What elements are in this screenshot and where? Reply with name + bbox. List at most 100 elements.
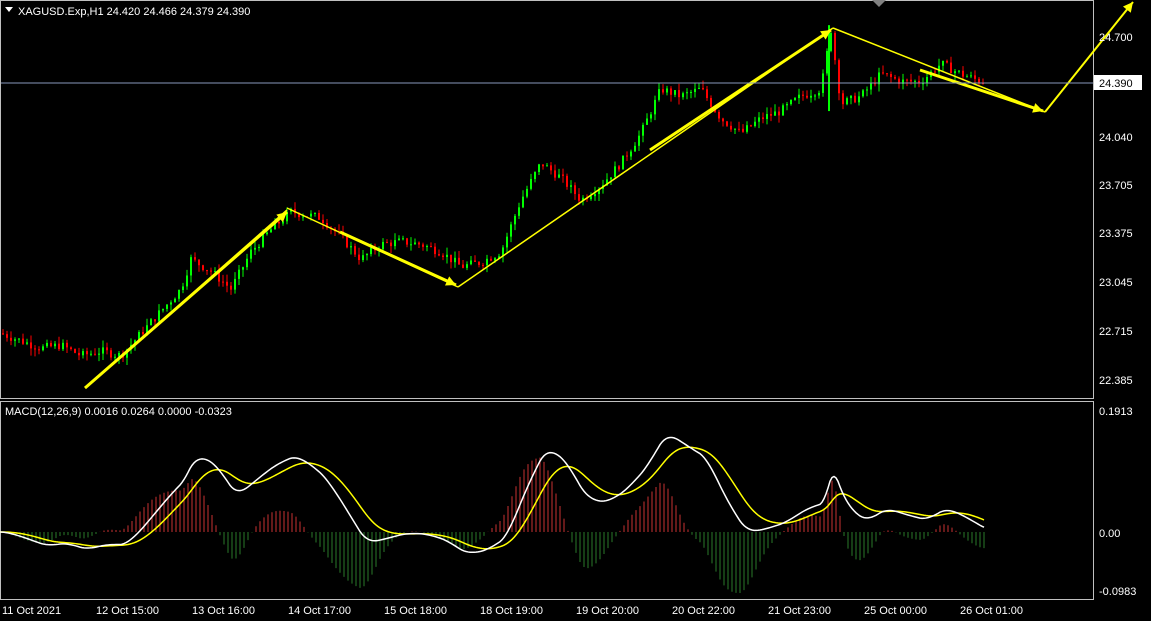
candle-body: [406, 238, 408, 245]
candle-body: [674, 90, 676, 95]
candle-body: [22, 338, 24, 344]
candle-body: [362, 255, 364, 261]
candle-body: [578, 194, 580, 201]
candle-body: [694, 88, 696, 93]
candle-body: [906, 79, 908, 81]
candle-body: [686, 92, 688, 94]
candle-body: [566, 175, 568, 187]
time-label: 20 Oct 22:00: [672, 605, 735, 617]
candle-body: [318, 213, 320, 220]
candle-body: [246, 258, 248, 268]
candle-body: [98, 353, 100, 355]
candle-body: [366, 254, 368, 256]
price-panel[interactable]: [0, 0, 1094, 399]
candle-body: [50, 342, 52, 347]
candle-body: [830, 32, 832, 51]
candle-body: [594, 194, 596, 197]
candle-body: [2, 333, 4, 335]
candle-body: [186, 275, 188, 287]
candle-body: [702, 87, 704, 90]
candle-body: [94, 353, 96, 355]
candle-body: [778, 111, 780, 116]
candle-body: [846, 98, 848, 105]
candle-body: [14, 339, 16, 341]
candle-body: [698, 87, 700, 89]
candle-body: [854, 95, 856, 103]
candle-body: [270, 229, 272, 233]
candle-body: [858, 96, 860, 103]
candle-body: [978, 78, 980, 84]
candle-body: [894, 77, 896, 79]
candle-body: [706, 89, 708, 99]
candle-body: [886, 73, 888, 75]
candle-body: [550, 165, 552, 171]
symbol-header: XAGUSD.Exp,H1 24.420 24.466 24.379 24.39…: [18, 6, 250, 18]
time-label: 12 Oct 15:00: [96, 605, 159, 617]
candle-body: [630, 151, 632, 157]
candle-body: [262, 234, 264, 247]
candle-body: [814, 95, 816, 97]
candle-body: [358, 254, 360, 261]
candle-body: [742, 128, 744, 132]
candle-body: [534, 172, 536, 179]
candle-body: [670, 88, 672, 95]
candle-body: [546, 165, 548, 167]
candle-body: [834, 32, 836, 61]
candle-body: [34, 348, 36, 350]
candle-body: [206, 270, 208, 272]
candle-body: [202, 265, 204, 271]
time-label: 25 Oct 00:00: [864, 605, 927, 617]
candle-body: [510, 224, 512, 237]
candle-body: [770, 114, 772, 116]
candle-body: [254, 247, 256, 250]
candle-body: [194, 257, 196, 260]
candle-body: [62, 342, 64, 350]
candle-body: [554, 170, 556, 178]
candle-body: [114, 356, 116, 358]
candle-body: [926, 76, 928, 84]
candle-body: [738, 128, 740, 130]
candle-body: [178, 289, 180, 299]
candle-body: [102, 347, 104, 354]
candle-body: [614, 166, 616, 178]
chart-window[interactable]: 24.700 24.040 23.705 23.375 23.045 22.71…: [0, 0, 1151, 621]
time-label: 21 Oct 23:00: [768, 605, 831, 617]
candle-body: [46, 342, 48, 347]
candle-body: [482, 264, 484, 266]
candle-body: [870, 82, 872, 90]
candle-body: [154, 319, 156, 322]
candle-body: [230, 285, 232, 290]
candle-body: [410, 244, 412, 246]
candle-body: [414, 242, 416, 245]
candle-body: [278, 221, 280, 224]
candle-body: [10, 337, 12, 341]
candle-body: [38, 349, 40, 351]
candle-body: [158, 310, 160, 322]
candle-body: [718, 111, 720, 119]
candle-body: [762, 117, 764, 120]
candle-body: [842, 93, 844, 105]
candle-body: [754, 121, 756, 127]
candle-body: [730, 125, 732, 130]
macd-tick: 0.00: [1099, 528, 1120, 540]
price-tick: 23.045: [1099, 277, 1133, 289]
price-tick: 23.375: [1099, 228, 1133, 240]
candle-body: [398, 238, 400, 241]
candle-body: [790, 99, 792, 105]
candle-body: [210, 270, 212, 272]
candle-body: [806, 95, 808, 98]
candle-body: [442, 255, 444, 257]
chart-canvas[interactable]: 24.700 24.040 23.705 23.375 23.045 22.71…: [0, 0, 1151, 621]
candle-body: [710, 98, 712, 107]
candle-body: [786, 104, 788, 106]
candle-body: [462, 264, 464, 268]
candle-body: [466, 264, 468, 268]
candle-body: [370, 247, 372, 255]
candle-body: [538, 164, 540, 173]
candle-body: [90, 353, 92, 355]
candle-body: [574, 185, 576, 195]
candle-body: [314, 213, 316, 215]
candle-body: [42, 346, 44, 351]
candle-body: [418, 242, 420, 245]
candle-body: [766, 114, 768, 120]
